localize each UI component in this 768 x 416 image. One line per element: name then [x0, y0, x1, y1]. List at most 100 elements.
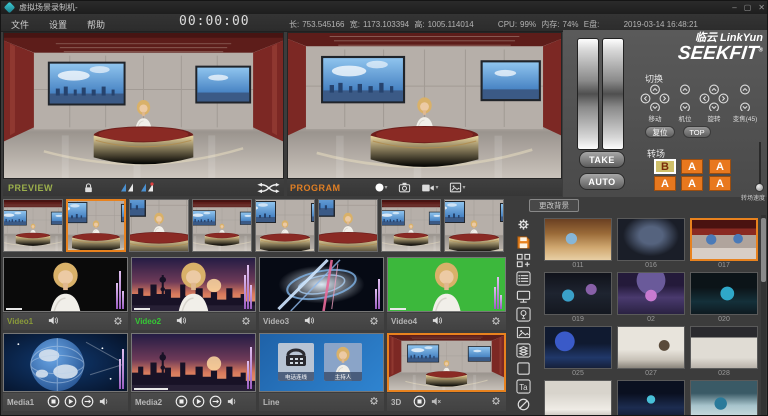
- transition-speed-slider[interactable]: [755, 183, 764, 192]
- reset-button[interactable]: 复位: [645, 126, 675, 138]
- media1-speaker-icon[interactable]: [98, 396, 110, 409]
- line-thumbnail[interactable]: 电话连线 主持人: [259, 333, 384, 392]
- threed-muted-speaker-icon[interactable]: [430, 396, 442, 409]
- save-icon[interactable]: [515, 234, 532, 250]
- media2-loop-button[interactable]: [209, 395, 222, 410]
- dpad-zoom[interactable]: [730, 84, 760, 111]
- cpu-value: 99%: [520, 20, 536, 29]
- tbar-handle-left[interactable]: [577, 38, 599, 150]
- transition-a6-button[interactable]: A: [709, 176, 731, 191]
- line-settings-icon[interactable]: [368, 395, 380, 409]
- library-scrollbar-thumb[interactable]: [761, 218, 766, 282]
- video2-speaker-icon[interactable]: [175, 315, 187, 328]
- minimize-icon[interactable]: –: [732, 3, 736, 12]
- menu-settings[interactable]: 设置: [49, 18, 67, 31]
- shot-thumbnail-8[interactable]: [444, 199, 504, 252]
- menu-file[interactable]: 文件: [11, 18, 29, 31]
- layout-icon[interactable]: [515, 252, 532, 268]
- flip-horizontal-icon[interactable]: [120, 182, 134, 193]
- disable-icon[interactable]: [515, 396, 532, 412]
- library-scene-row4-3[interactable]: [690, 380, 758, 416]
- layers-icon[interactable]: [515, 342, 532, 358]
- flip-vertical-icon[interactable]: [140, 182, 154, 193]
- image-panel-icon[interactable]: [515, 324, 532, 340]
- shot-thumbnail-3[interactable]: [129, 199, 189, 252]
- shot-thumbnail-5[interactable]: [255, 199, 315, 252]
- menu-help[interactable]: 帮助: [87, 18, 105, 31]
- line-phone-box[interactable]: 电话连线: [278, 343, 314, 381]
- transition-tbar[interactable]: [577, 38, 624, 150]
- list-icon[interactable]: [515, 270, 532, 286]
- library-scene-028[interactable]: 028: [690, 326, 758, 377]
- lightbulb-icon[interactable]: [515, 306, 532, 322]
- media1-loop-button[interactable]: [81, 395, 94, 410]
- dpad-rotate[interactable]: [699, 84, 729, 111]
- media1-stop-button[interactable]: [47, 395, 60, 410]
- video4-thumbnail[interactable]: [387, 257, 506, 312]
- transition-b-button[interactable]: B: [654, 159, 676, 174]
- video1-thumbnail[interactable]: [3, 257, 128, 312]
- dpad-move[interactable]: [640, 84, 670, 111]
- video4-settings-icon[interactable]: [490, 315, 502, 329]
- dim-width-label: 宽:: [350, 20, 360, 29]
- threed-settings-icon[interactable]: [490, 395, 502, 409]
- library-scene-02[interactable]: 02: [617, 272, 685, 323]
- library-scene-row4-1[interactable]: [544, 380, 612, 416]
- video-camera-icon[interactable]: ▾: [421, 183, 439, 193]
- media1-play-button[interactable]: [64, 395, 77, 410]
- text-tool-icon[interactable]: Ta: [515, 378, 532, 394]
- threed-stop-button[interactable]: [413, 395, 426, 410]
- video1-speaker-icon[interactable]: [47, 315, 59, 328]
- take-button[interactable]: TAKE: [579, 151, 625, 168]
- video2-thumbnail[interactable]: [131, 257, 256, 312]
- library-scene-017-selected[interactable]: 017: [690, 218, 758, 269]
- library-scene-row4-2[interactable]: [617, 380, 685, 416]
- media2-speaker-icon[interactable]: [226, 396, 238, 409]
- shot-thumbnail-7[interactable]: [381, 199, 441, 252]
- library-scene-025[interactable]: 025: [544, 326, 612, 377]
- shot-thumbnail-4[interactable]: [192, 199, 252, 252]
- video3-thumbnail[interactable]: [259, 257, 384, 312]
- record-icon[interactable]: ▾: [375, 183, 388, 192]
- library-scene-020[interactable]: 020: [690, 272, 758, 323]
- top-button[interactable]: TOP: [683, 126, 711, 138]
- still-image-icon[interactable]: ▾: [449, 182, 466, 193]
- transition-a4-button[interactable]: A: [654, 176, 676, 191]
- preview-monitor[interactable]: [3, 32, 284, 179]
- media2-play-button[interactable]: [192, 395, 205, 410]
- swap-preview-program-icon[interactable]: [256, 182, 280, 194]
- transition-a5-button[interactable]: A: [681, 176, 703, 191]
- media2-thumbnail[interactable]: [131, 333, 256, 392]
- program-monitor[interactable]: [287, 32, 562, 179]
- transition-a2-button[interactable]: A: [681, 159, 703, 174]
- tbar-handle-right[interactable]: [602, 38, 624, 150]
- dpad-camera-position[interactable]: [670, 84, 700, 111]
- library-scene-027[interactable]: 027: [617, 326, 685, 377]
- threed-thumbnail-selected[interactable]: [387, 333, 506, 392]
- library-scene-019[interactable]: 019: [544, 272, 612, 323]
- video3-settings-icon[interactable]: [368, 315, 380, 329]
- media2-stop-button[interactable]: [175, 395, 188, 410]
- video4-speaker-icon[interactable]: [431, 315, 443, 328]
- video1-settings-icon[interactable]: [112, 315, 124, 329]
- library-scrollbar[interactable]: [761, 215, 766, 415]
- display-icon[interactable]: [515, 288, 532, 304]
- close-icon[interactable]: ✕: [758, 3, 765, 12]
- auto-button[interactable]: AUTO: [579, 173, 625, 190]
- maximize-icon[interactable]: ▢: [744, 3, 752, 12]
- media1-thumbnail[interactable]: [3, 333, 128, 392]
- snapshot-camera-icon[interactable]: [398, 182, 411, 193]
- transition-a3-button[interactable]: A: [709, 159, 731, 174]
- shot-thumbnail-6[interactable]: [318, 199, 378, 252]
- settings-icon[interactable]: [515, 216, 532, 232]
- video3-speaker-icon[interactable]: [303, 315, 315, 328]
- change-background-button[interactable]: 更改背景: [529, 199, 579, 212]
- shot-thumbnail-2-selected[interactable]: [66, 199, 126, 252]
- frame-icon[interactable]: [515, 360, 532, 376]
- library-scene-011[interactable]: 011: [544, 218, 612, 269]
- lock-icon[interactable]: [83, 182, 94, 194]
- library-scene-016[interactable]: 016: [617, 218, 685, 269]
- shot-thumbnail-1[interactable]: [3, 199, 63, 252]
- video2-settings-icon[interactable]: [240, 315, 252, 329]
- line-host-box[interactable]: 主持人: [324, 343, 362, 381]
